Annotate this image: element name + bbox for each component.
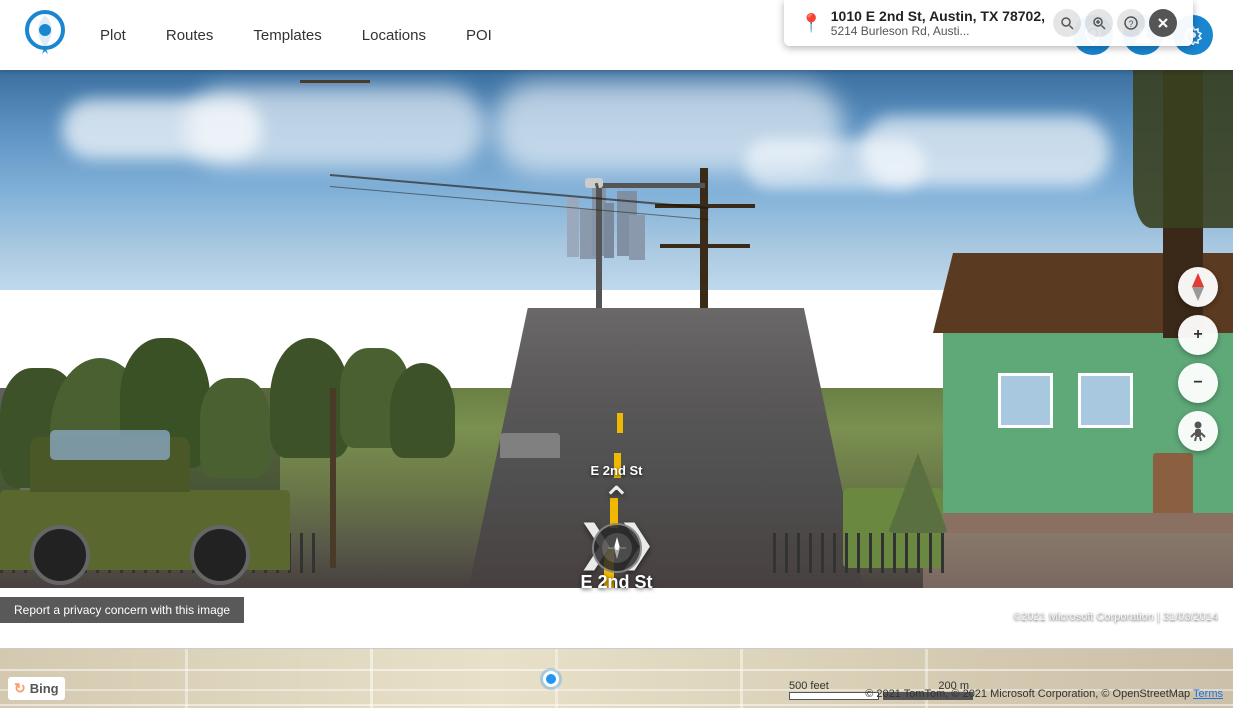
- compass-north-btn[interactable]: [1178, 267, 1218, 307]
- map-terms-link[interactable]: Terms: [1193, 688, 1223, 700]
- nav-poi[interactable]: POI: [466, 27, 492, 44]
- address-actions: ?: [1053, 9, 1177, 37]
- app-logo[interactable]: [20, 10, 70, 60]
- address-pin-icon: 📍: [800, 13, 822, 34]
- south-arrow-icon: [1192, 287, 1204, 301]
- utility-pole-left: [330, 388, 336, 568]
- main-crossbar-2: [660, 244, 750, 248]
- bing-logo: ↻ Bing: [8, 677, 65, 700]
- minimap: ↻ Bing 500 feet 200 m © 2021 TomTom, © 2…: [0, 648, 1233, 708]
- scale-500ft: 500 feet: [789, 680, 829, 692]
- current-street-label: E 2nd St: [580, 572, 652, 593]
- map-copyright: © 2021 TomTom, © 2021 Microsoft Corporat…: [865, 688, 1223, 700]
- house-porch: [943, 513, 1233, 533]
- right-controls: + −: [1178, 267, 1218, 451]
- privacy-notice[interactable]: Report a privacy concern with this image: [0, 597, 244, 623]
- nav-templates[interactable]: Templates: [253, 27, 321, 44]
- right-fence: [773, 533, 953, 573]
- address-line2: 5214 Burleson Rd, Austi...: [831, 24, 1045, 38]
- streetview-container: E 2nd St ⌃ ❯❯ E 2nd St Report a privacy …: [0, 70, 1233, 708]
- road-line-4: [617, 413, 623, 433]
- address-text: 1010 E 2nd St, Austin, TX 78702, 5214 Bu…: [831, 8, 1045, 38]
- house-window-1: [998, 373, 1053, 428]
- forward-street-label: E 2nd St: [590, 463, 642, 478]
- house-window-2: [1078, 373, 1133, 428]
- forward-arrow-btn[interactable]: ⌃: [601, 482, 631, 518]
- pickup-truck: [0, 440, 310, 570]
- address-bar: 📍 1010 E 2nd St, Austin, TX 78702, 5214 …: [784, 0, 1193, 46]
- address-line1: 1010 E 2nd St, Austin, TX 78702,: [831, 8, 1045, 24]
- mm-road-v1: [185, 649, 188, 708]
- nav-routes[interactable]: Routes: [166, 27, 214, 44]
- compass-inner: [602, 533, 632, 563]
- streetview-scene[interactable]: E 2nd St ⌃ ❯❯ E 2nd St Report a privacy …: [0, 70, 1233, 648]
- minimap-background: ↻ Bing 500 feet 200 m © 2021 TomTom, © 2…: [0, 649, 1233, 708]
- mm-road-v2: [370, 649, 373, 708]
- bing-refresh-icon[interactable]: ↻: [14, 680, 26, 697]
- zoom-in-btn[interactable]: +: [1178, 315, 1218, 355]
- address-zoom-btn[interactable]: [1085, 9, 1113, 37]
- distant-car: [500, 433, 560, 458]
- streetview-copyright: ©2021 Microsoft Corporation | 31/03/2014: [1013, 611, 1218, 623]
- nav-locations[interactable]: Locations: [362, 27, 426, 44]
- north-arrow-icon: [1192, 273, 1204, 287]
- address-info-btn[interactable]: ?: [1117, 9, 1145, 37]
- crossbar-left: [300, 80, 370, 83]
- nav-plot[interactable]: Plot: [100, 27, 126, 44]
- nav-arrows-forward: E 2nd St ⌃: [590, 463, 642, 518]
- person-btn[interactable]: [1178, 411, 1218, 451]
- address-search-btn[interactable]: [1053, 9, 1081, 37]
- street-lamp: [590, 183, 705, 188]
- compass-btn[interactable]: [592, 523, 642, 573]
- bing-label: Bing: [30, 681, 59, 696]
- svg-text:?: ?: [1128, 19, 1133, 29]
- address-close-btn[interactable]: [1149, 9, 1177, 37]
- tree-top-right: [1133, 70, 1233, 228]
- mm-road-v4: [740, 649, 743, 708]
- map-copyright-text: © 2021 TomTom, © 2021 Microsoft Corporat…: [865, 688, 1190, 700]
- minimap-location-dot: [543, 671, 559, 687]
- zoom-out-btn[interactable]: −: [1178, 363, 1218, 403]
